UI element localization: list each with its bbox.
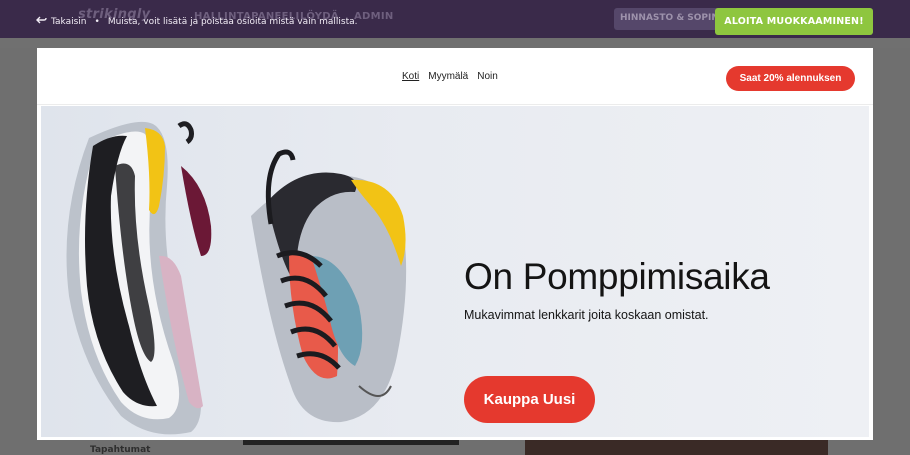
nav-item-home[interactable]: Koti — [402, 71, 419, 82]
sneaker-image — [66, 121, 407, 435]
editor-topbar: strikingly HALLINTAPANEELI LÖYDÄ ADMIN H… — [0, 0, 910, 38]
site-header: Koti Myymälä Noin Saat 20% alennuksen — [37, 48, 873, 105]
nav-item-store[interactable]: Myymälä — [428, 71, 468, 82]
nav-item-about[interactable]: Noin — [477, 71, 498, 82]
template-preview: Koti Myymälä Noin Saat 20% alennuksen On… — [37, 48, 873, 440]
background-sidebar-label: Tapahtumat — [90, 445, 151, 455]
start-editing-button[interactable]: ALOITA MUOKKAAMINEN! — [715, 8, 873, 35]
hero-title: On Pomppimisaika — [464, 256, 770, 297]
shop-new-button[interactable]: Kauppa Uusi — [464, 376, 595, 423]
background-strip — [243, 440, 459, 445]
separator-dot: • — [94, 17, 100, 27]
background-image — [525, 440, 828, 455]
arrow-return-left-icon[interactable] — [36, 16, 47, 28]
hero-subtitle: Mukavimmat lenkkarit joita koskaan omist… — [464, 308, 709, 322]
site-nav: Koti Myymälä Noin — [402, 71, 498, 82]
pricing-ghost-button[interactable]: HINNASTO & SOPIMUKSET — [614, 8, 724, 30]
editor-hint: Muista, voit lisätä ja poistaa osioita m… — [107, 17, 358, 27]
promo-button[interactable]: Saat 20% alennuksen — [726, 66, 855, 91]
hero-section: On Pomppimisaika Mukavimmat lenkkarit jo… — [41, 106, 869, 437]
background-page — [0, 38, 910, 48]
back-tip: Takaisin • Muista, voit lisätä ja poista… — [36, 16, 358, 28]
nav-admin-ghost[interactable]: ADMIN — [354, 11, 394, 22]
back-link[interactable]: Takaisin — [51, 17, 87, 27]
